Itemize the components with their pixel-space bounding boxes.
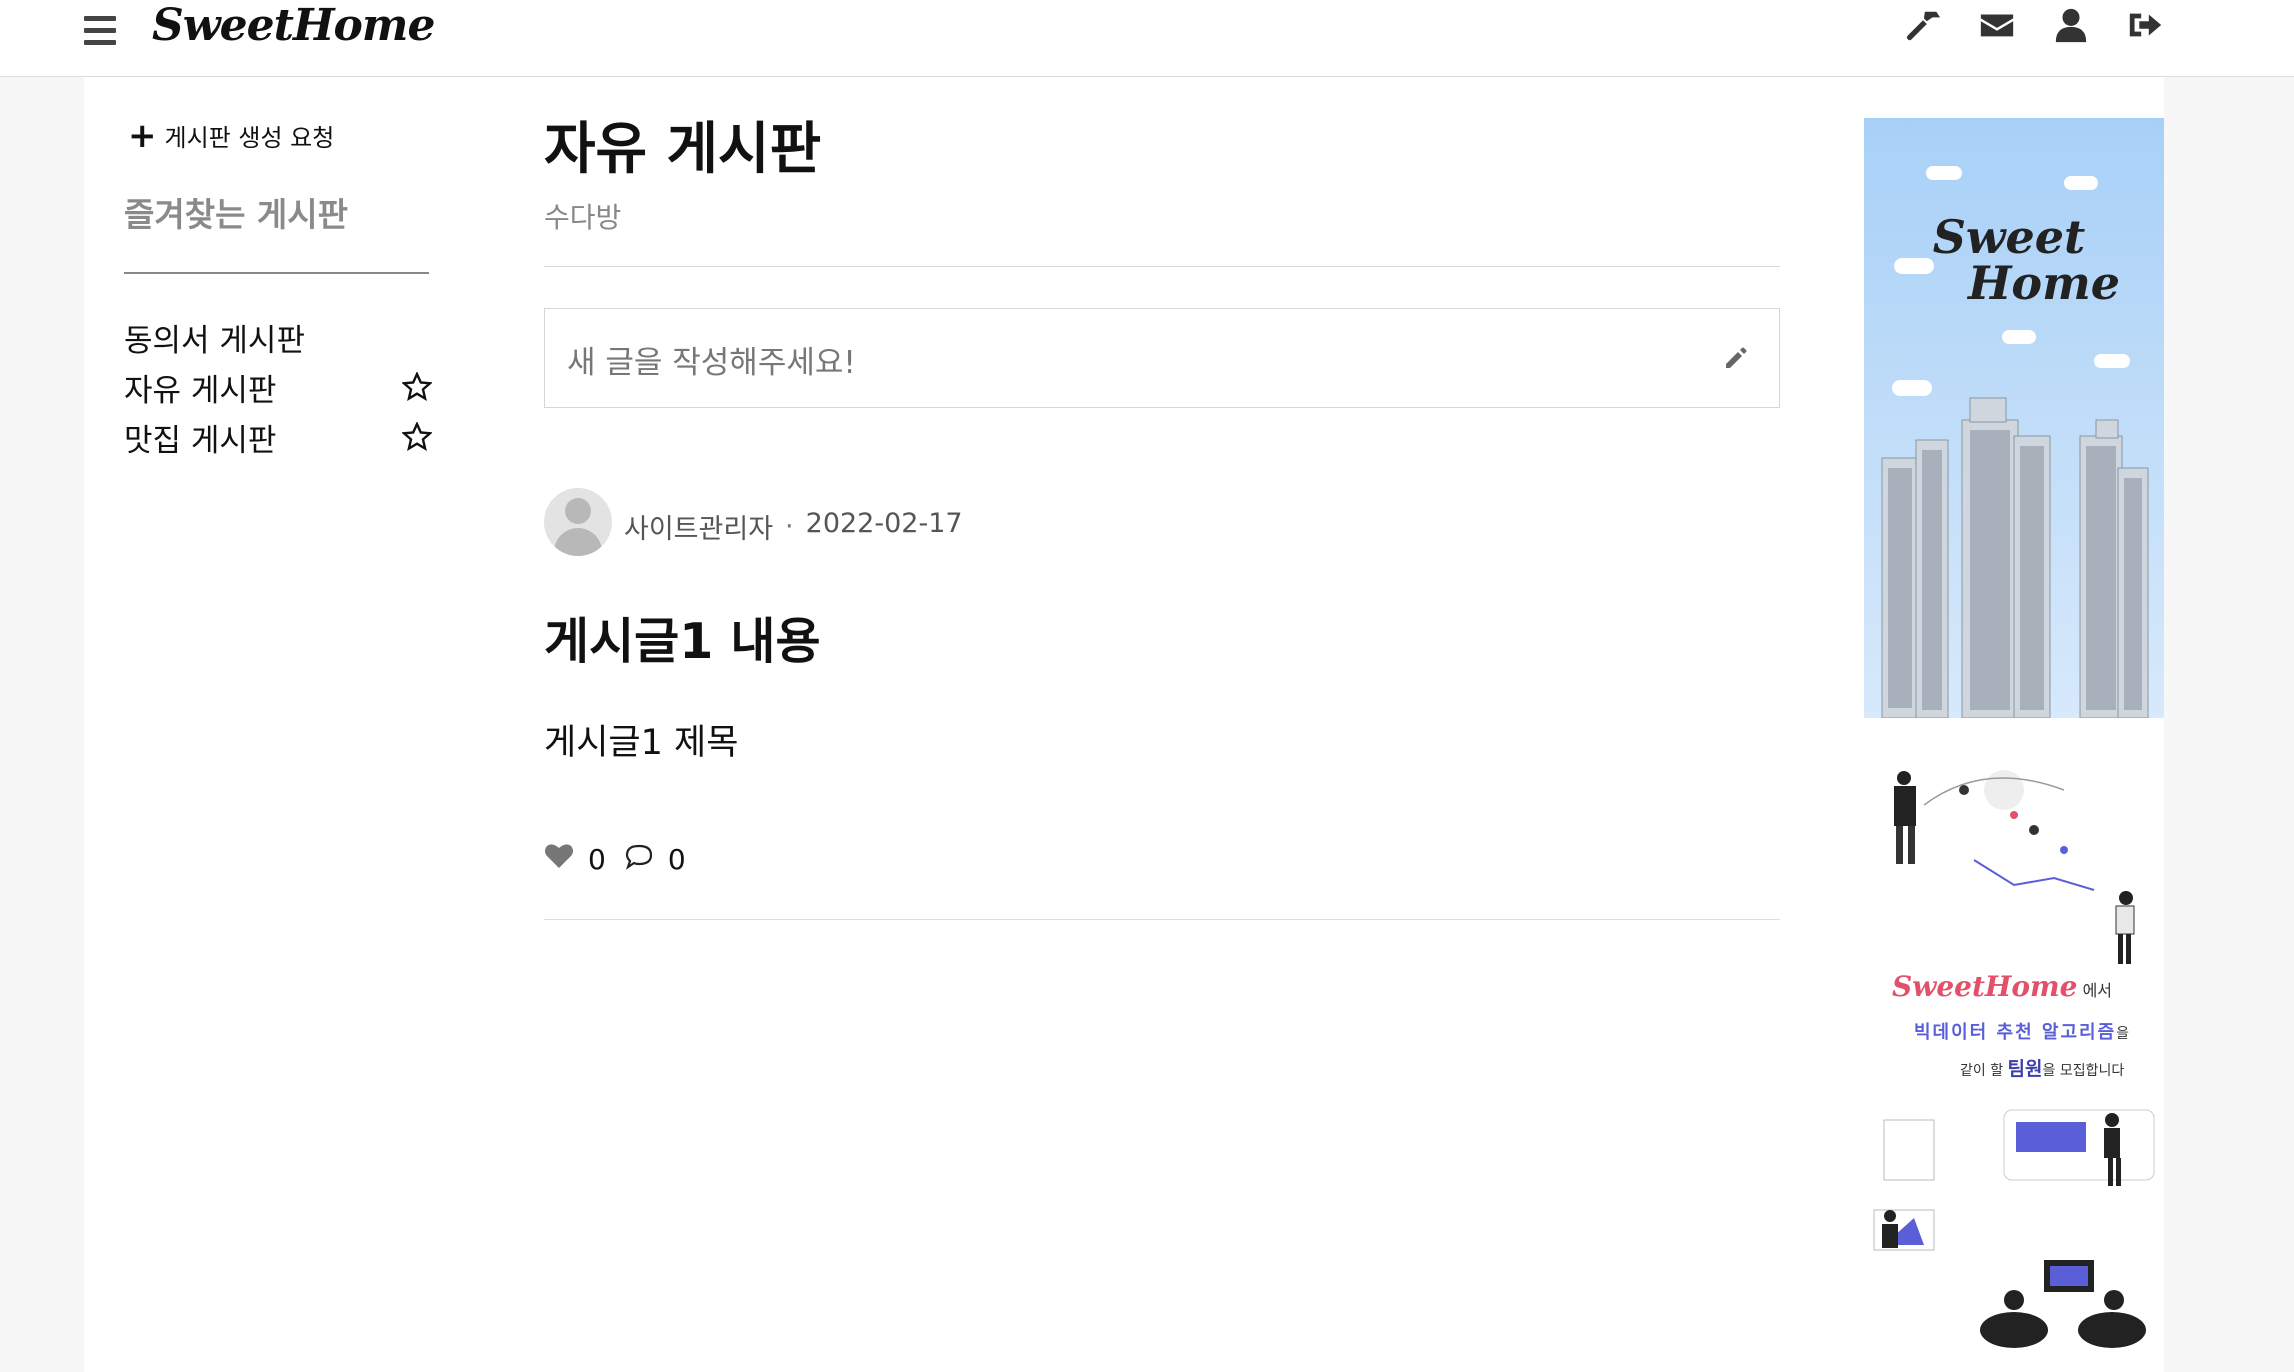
envelope-icon[interactable] <box>1978 6 2016 44</box>
user-icon[interactable] <box>2052 6 2090 44</box>
nav-icon-group <box>1904 6 2164 44</box>
ad-text-line1: SweetHome 에서 <box>1892 970 2112 1003</box>
ad-text-line2: 빅데이터 추천 알고리즘을 <box>1914 1018 2129 1044</box>
board-list: 동의서 게시판 자유 게시판 맛집 게시판 <box>124 312 433 462</box>
top-navbar: SweetHome <box>0 0 2294 77</box>
post-date: 2022-02-17 <box>805 507 963 539</box>
heart-icon[interactable] <box>544 842 574 877</box>
post-meta: 사이트관리자 · 2022-02-17 <box>544 488 963 556</box>
new-post-input[interactable]: 새 글을 작성해주세요! <box>544 308 1780 408</box>
pencil-icon[interactable] <box>1723 345 1749 371</box>
hammer-icon[interactable] <box>1904 6 1942 44</box>
ad-line3-pre: 같이 할 <box>1960 1063 2008 1079</box>
team-illustration <box>1894 770 2135 964</box>
post-reactions: 0 0 <box>544 842 704 877</box>
office-illustration <box>1873 1109 2155 1348</box>
create-board-request-link[interactable]: + 게시판 생성 요청 <box>128 118 334 153</box>
post-author[interactable]: 사이트관리자 <box>624 507 773 546</box>
board-subtitle: 수다방 <box>544 201 622 234</box>
sidebar-item-restaurant-board[interactable]: 맛집 게시판 <box>124 412 433 462</box>
ad-brand: SweetHome <box>1892 970 2078 1003</box>
avatar[interactable] <box>544 488 612 556</box>
ad-line3-bold: 팀원 <box>2007 1058 2043 1080</box>
like-count: 0 <box>588 843 606 876</box>
ad-line2-suffix: 을 <box>2116 1026 2130 1042</box>
plus-icon: + <box>128 115 157 156</box>
sidebar-item-consent-board[interactable]: 동의서 게시판 <box>124 312 432 362</box>
ad-banner-sweethome[interactable]: Sweet Home <box>1864 118 2164 718</box>
board-item-label: 동의서 게시판 <box>124 322 305 359</box>
post-divider <box>544 919 1780 920</box>
star-icon[interactable] <box>401 371 433 402</box>
meta-separator: · <box>785 510 794 542</box>
star-icon[interactable] <box>401 421 433 452</box>
ad-text-line3: 같이 할 팀원을 모집합니다 <box>1960 1054 2124 1081</box>
comment-icon[interactable] <box>624 842 654 877</box>
sidebar-item-free-board[interactable]: 자유 게시판 <box>124 362 433 412</box>
board-item-label: 맛집 게시판 <box>124 422 277 459</box>
sign-out-icon[interactable] <box>2126 6 2164 44</box>
brand-logo[interactable]: SweetHome <box>152 0 435 52</box>
ad-banner-recruit[interactable]: SweetHome 에서 빅데이터 추천 알고리즘을 같이 할 팀원을 모집합니… <box>1864 750 2164 1350</box>
board-item-label: 자유 게시판 <box>124 372 277 409</box>
sidebar-divider <box>124 272 429 274</box>
ad-suffix: 에서 <box>2082 981 2113 1000</box>
create-board-label: 게시판 생성 요청 <box>164 124 335 152</box>
post-body: 게시글1 제목 <box>544 723 739 763</box>
post-heading[interactable]: 게시글1 내용 <box>544 602 821 673</box>
favorites-title: 즐겨찾는 게시판 <box>124 195 349 234</box>
content-divider <box>544 266 1780 267</box>
ad-line3-post: 을 모집합니다 <box>2042 1063 2125 1079</box>
page-title: 자유 게시판 <box>544 117 822 182</box>
hamburger-menu-icon[interactable] <box>84 16 116 46</box>
new-post-placeholder: 새 글을 작성해주세요! <box>567 345 856 381</box>
comment-count: 0 <box>667 843 686 876</box>
buildings-illustration <box>1881 397 2149 718</box>
ad-line2-main: 빅데이터 추천 알고리즘 <box>1914 1022 2117 1043</box>
